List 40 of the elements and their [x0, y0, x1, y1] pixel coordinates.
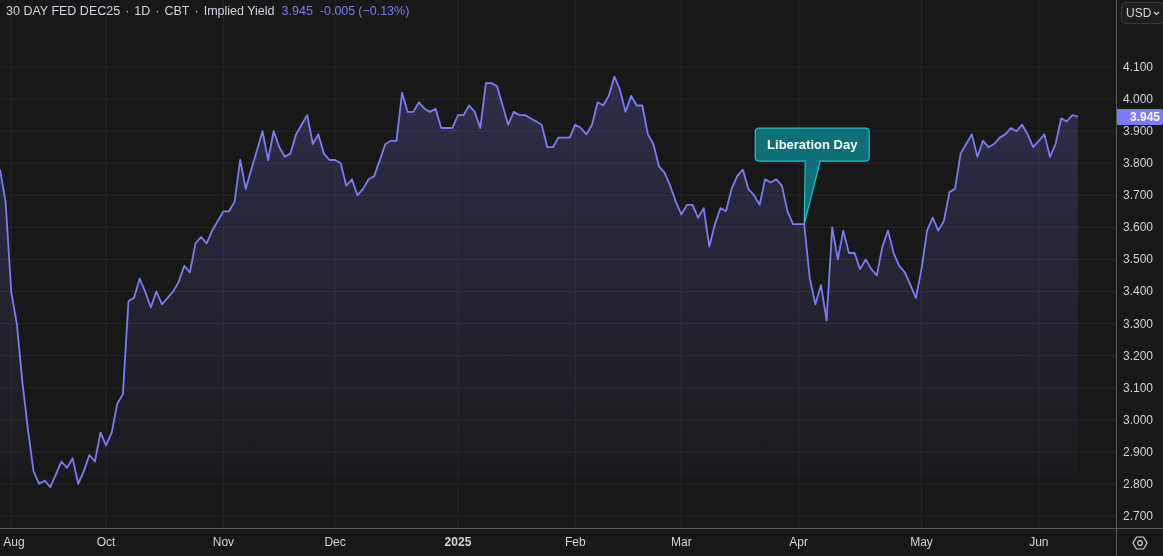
- legend-text: Implied Yield: [203, 4, 275, 18]
- annotation-label: Liberation Day: [767, 137, 858, 153]
- separator: ·: [155, 4, 160, 18]
- y-tick-label: 3.700: [1123, 188, 1154, 203]
- legend-text: 30 DAY FED DEC25: [6, 4, 121, 18]
- currency-button[interactable]: USD: [1121, 2, 1163, 24]
- y-tick-label: 3.600: [1123, 220, 1154, 235]
- y-tick-label: 2.900: [1123, 444, 1154, 459]
- y-tick-label: 3.100: [1123, 380, 1154, 395]
- separator: ·: [125, 4, 130, 18]
- x-tick-label: Nov: [212, 535, 235, 549]
- x-tick-label: Feb: [564, 535, 586, 549]
- separator: ·: [194, 4, 199, 18]
- x-tick-label: Mar: [671, 535, 692, 549]
- y-tick-label: 3.500: [1123, 252, 1154, 267]
- x-tick-label: Aug: [3, 535, 25, 549]
- settings-icon[interactable]: [1132, 534, 1148, 551]
- change-percent: (−0.13%): [358, 4, 410, 18]
- last-value: 3.945: [281, 4, 313, 18]
- x-tick-label: Jun: [1029, 535, 1049, 549]
- y-tick-label: 3.800: [1123, 156, 1154, 171]
- last-price-tag: 3.945: [1117, 108, 1163, 125]
- y-tick-label: 4.000: [1123, 92, 1154, 107]
- chevron-down-icon: [1153, 10, 1161, 16]
- y-tick-label: 3.200: [1123, 348, 1154, 363]
- y-tick-label: 3.300: [1123, 316, 1154, 331]
- change-value: -0.005: [319, 4, 356, 18]
- x-tick-label: 2025: [444, 535, 472, 549]
- y-tick-label: 2.800: [1123, 476, 1154, 491]
- legend-text: 1D: [134, 4, 151, 18]
- x-tick-label: May: [910, 535, 933, 549]
- y-tick-label: 4.100: [1123, 60, 1154, 74]
- legend-text: CBT: [164, 4, 190, 18]
- y-tick-label: 2.700: [1123, 508, 1154, 523]
- x-tick-label: Apr: [789, 535, 808, 549]
- y-tick-label: 3.400: [1123, 284, 1154, 299]
- x-tick-label: Dec: [324, 535, 346, 549]
- y-tick-label: 3.000: [1123, 412, 1154, 427]
- y-tick-label: 3.900: [1123, 124, 1154, 139]
- x-tick-label: Oct: [96, 535, 116, 549]
